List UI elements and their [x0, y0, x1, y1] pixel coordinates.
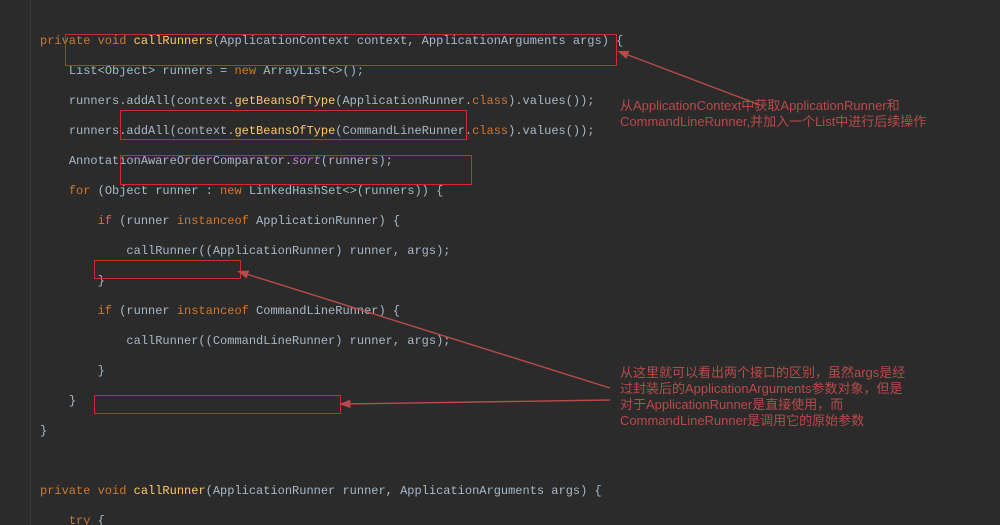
t: (ApplicationRunner.	[335, 94, 472, 108]
t: runners.addAll(context.	[69, 94, 235, 108]
t: List<Object> runners =	[69, 64, 235, 78]
annotation-1-line2: CommandLineRunner,并加入一个List中进行后续操作	[620, 114, 990, 130]
t: ).values());	[508, 124, 594, 138]
kw-private: private void	[40, 34, 126, 48]
t: (ApplicationRunner runner, ApplicationAr…	[206, 484, 602, 498]
t: {	[90, 514, 104, 525]
kw-new: new	[220, 184, 242, 198]
kw: class	[472, 124, 508, 138]
kw-if: if	[98, 304, 112, 318]
t: callRunner((ApplicationRunner) runner, a…	[126, 244, 450, 258]
annotation-2: 从这里就可以看出两个接口的区别，虽然args是经 过封装后的Applicatio…	[620, 365, 990, 429]
t: (Object runner :	[90, 184, 220, 198]
t: }	[98, 364, 105, 378]
kw-try: try	[69, 514, 91, 525]
m: getBeansOfType	[234, 124, 335, 138]
static-sort: sort	[292, 154, 321, 168]
annotation-2-line3: 对于ApplicationRunner是直接使用，而	[620, 397, 990, 413]
t: ArrayList<>();	[256, 64, 364, 78]
annotation-1-line1: 从ApplicationContext中获取ApplicationRunner和	[620, 98, 990, 114]
sig: (ApplicationContext context, Application…	[213, 34, 623, 48]
t: }	[40, 424, 47, 438]
kw-if: if	[98, 214, 112, 228]
m: callRunner	[134, 484, 206, 498]
t: LinkedHashSet<>(runners)) {	[242, 184, 444, 198]
annotation-2-line1: 从这里就可以看出两个接口的区别，虽然args是经	[620, 365, 990, 381]
t: (runner	[112, 214, 177, 228]
code-editor[interactable]: private void callRunners(ApplicationCont…	[0, 0, 1000, 525]
kw: class	[472, 94, 508, 108]
m: getBeansOfType	[234, 94, 335, 108]
t: }	[98, 274, 105, 288]
annotation-2-line4: CommandLineRunner是调用它的原始参数	[620, 413, 990, 429]
kw-new: new	[234, 64, 256, 78]
t: ApplicationRunner) {	[249, 214, 400, 228]
method-callRunners: callRunners	[134, 34, 213, 48]
gutter	[0, 0, 31, 525]
kw: private void	[40, 484, 126, 498]
t: AnnotationAwareOrderComparator.	[69, 154, 292, 168]
annotation-1: 从ApplicationContext中获取ApplicationRunner和…	[620, 98, 990, 130]
annotation-2-line2: 过封装后的ApplicationArguments参数对象，但是	[620, 381, 990, 397]
t: (runner	[112, 304, 177, 318]
kw-for: for	[69, 184, 91, 198]
t: (CommandLineRunner.	[335, 124, 472, 138]
kw: instanceof	[177, 214, 249, 228]
t: CommandLineRunner) {	[249, 304, 400, 318]
t: callRunner((CommandLineRunner) runner, a…	[126, 334, 450, 348]
kw: instanceof	[177, 304, 249, 318]
t: ).values());	[508, 94, 594, 108]
t: }	[69, 394, 76, 408]
t: runners.addAll(context.	[69, 124, 235, 138]
t: (runners);	[321, 154, 393, 168]
